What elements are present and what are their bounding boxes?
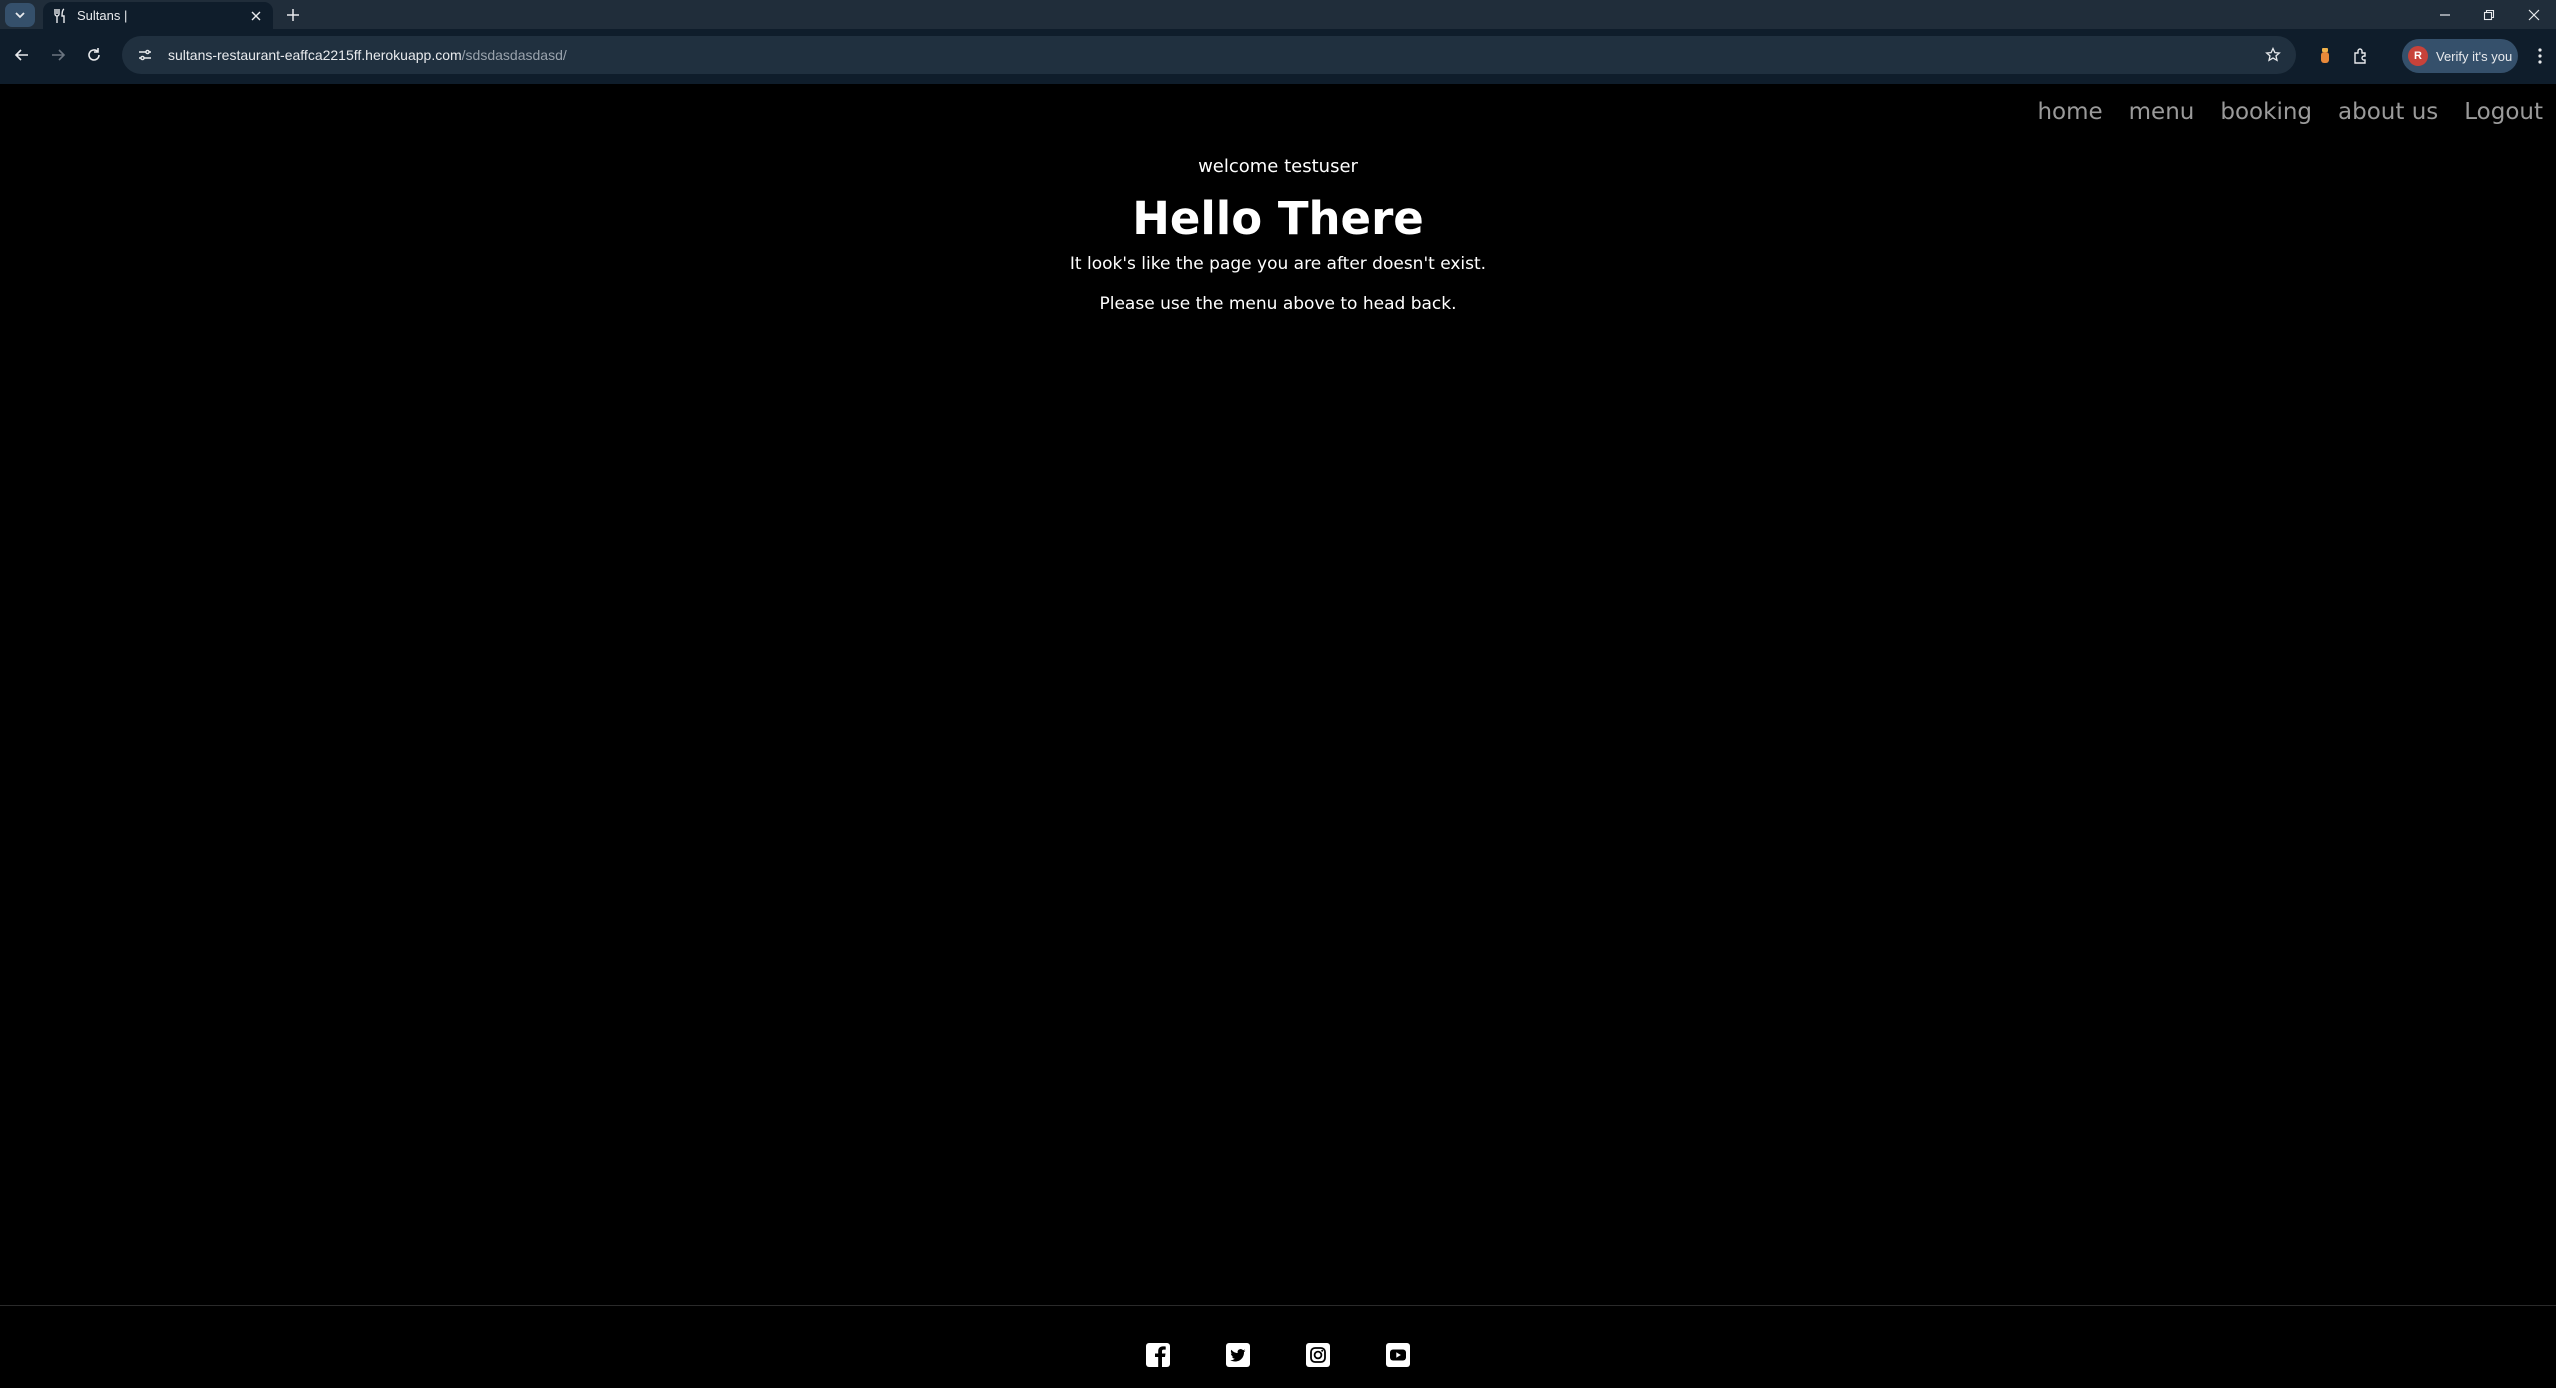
minimize-button[interactable] [2423,0,2467,29]
url-text: sultans-restaurant-eaffca2215ff.herokuap… [168,47,567,63]
more-menu-icon[interactable] [2527,43,2553,69]
fork-knife-icon [52,7,68,24]
extension-icon[interactable] [2312,43,2338,69]
nav-home[interactable]: home [2024,96,2115,128]
browser-toolbar: sultans-restaurant-eaffca2215ff.herokuap… [0,29,2556,85]
youtube-icon[interactable] [1385,1342,1411,1368]
reload-button[interactable] [76,37,112,73]
not-found-message: It look's like the page you are after do… [1069,254,1487,274]
back-button[interactable] [4,37,40,73]
tab-title: Sultans | [77,8,128,23]
bookmark-star-icon[interactable] [2262,44,2284,66]
avatar: R [2408,46,2428,66]
welcome-text: welcome testuser [1198,156,1358,177]
restore-button[interactable] [2467,0,2511,29]
close-window-button[interactable] [2512,0,2556,29]
nav-logout[interactable]: Logout [2451,96,2556,128]
minimize-icon [2440,13,2450,16]
head-back-message: Please use the menu above to head back. [1099,294,1457,314]
browser-tab[interactable]: Sultans | [43,2,273,29]
browser-tabstrip: Sultans | [0,0,2556,29]
twitter-icon[interactable] [1225,1342,1251,1368]
new-tab-button[interactable] [280,3,306,27]
facebook-icon[interactable] [1145,1342,1171,1368]
arrow-left-icon [14,49,28,61]
url-path: /sdsdasdasdasd/ [461,47,567,63]
tab-search-button[interactable] [5,3,35,27]
nav-menu[interactable]: menu [2116,96,2208,128]
arrow-right-icon [52,49,66,61]
puzzle-icon[interactable] [2348,43,2374,69]
close-icon [2528,9,2540,20]
profile-chip-label: Verify it's you [2436,48,2513,64]
reload-icon [88,48,100,61]
page-content: home menu booking about us Logout welcom… [0,84,2556,1388]
instagram-icon[interactable] [1305,1342,1331,1368]
page-title: Hello There [1132,192,1424,245]
url-host: sultans-restaurant-eaffca2215ff.herokuap… [168,47,462,63]
footer [0,1305,2556,1388]
tab-close-icon[interactable] [245,5,267,27]
chevron-down-icon [15,12,25,19]
social-links [0,1342,2556,1368]
forward-button[interactable] [40,37,76,73]
plus-icon [287,9,299,21]
nav-about-us[interactable]: about us [2325,96,2451,128]
site-settings-icon[interactable] [134,44,156,66]
restore-icon [2483,9,2495,20]
nav-booking[interactable]: booking [2207,96,2325,128]
site-nav: home menu booking about us Logout [2024,96,2556,128]
profile-verify-chip[interactable]: R Verify it's you [2402,39,2518,73]
address-bar[interactable]: sultans-restaurant-eaffca2215ff.herokuap… [122,36,2296,74]
